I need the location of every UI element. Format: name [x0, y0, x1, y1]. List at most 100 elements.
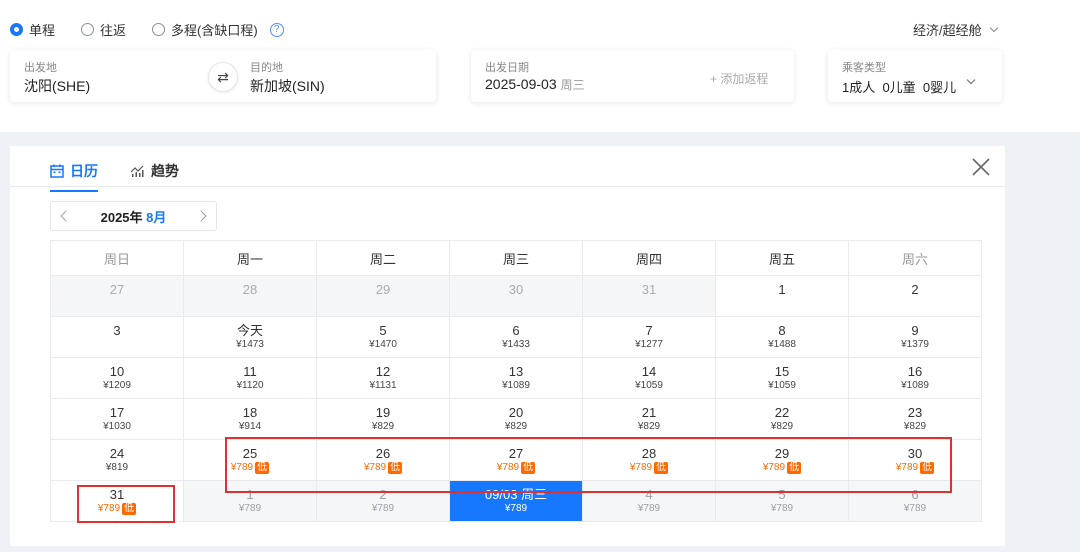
weekday-label: 周一 — [183, 240, 317, 276]
chevron-left-icon — [60, 210, 72, 222]
radio-one-way[interactable] — [10, 23, 23, 36]
calendar-day[interactable]: 5 ¥789 — [715, 480, 849, 522]
radio-round-trip[interactable] — [81, 23, 95, 36]
day-number: 19 — [375, 405, 391, 420]
day-price: ¥1488 — [716, 338, 848, 352]
day-price: ¥1059 — [716, 379, 848, 393]
price-value: ¥789 — [762, 462, 786, 473]
calendar-day[interactable]: 11 ¥1120 — [183, 357, 317, 399]
day-number: 13 — [508, 364, 524, 379]
day-number: 14 — [641, 364, 657, 379]
calendar-day[interactable]: 27 ¥789 低 — [449, 439, 583, 481]
calendar-day[interactable]: 25 ¥789 低 — [183, 439, 317, 481]
calendar-day[interactable]: 5 ¥1470 — [316, 316, 450, 358]
add-return-button[interactable]: + 添加返程 — [710, 70, 768, 87]
calendar-day[interactable]: 3 — [50, 316, 184, 358]
trip-type-round-trip[interactable]: 往返 — [81, 20, 126, 39]
calendar-day[interactable]: 6 ¥789 — [848, 480, 982, 522]
calendar-day[interactable]: 21 ¥829 — [582, 398, 716, 440]
calendar-day[interactable]: 19 ¥829 — [316, 398, 450, 440]
calendar-day[interactable]: 10 ¥1209 — [50, 357, 184, 399]
calendar-day[interactable]: 26 ¥789 低 — [316, 439, 450, 481]
calendar-day[interactable]: 6 ¥1433 — [449, 316, 583, 358]
calendar-day[interactable]: 28 ¥789 低 — [582, 439, 716, 481]
calendar-day[interactable]: 15 ¥1059 — [715, 357, 849, 399]
date-picker-panel: 日历 趋势 2025年 8月 周日 周一 周二 周三 周四 周五 周六 27 28 2 — [10, 146, 1005, 546]
calendar-day[interactable]: 20 ¥829 — [449, 398, 583, 440]
calendar-day[interactable]: 8 ¥1488 — [715, 316, 849, 358]
depart-weekday: 周三 — [560, 78, 585, 92]
day-number: 1 — [246, 487, 254, 502]
radio-multi-city[interactable] — [152, 23, 166, 36]
calendar-day[interactable]: 1 ¥789 — [183, 480, 317, 522]
weekday-label: 周日 — [50, 240, 184, 276]
calendar-day[interactable]: 30 ¥789 低 — [848, 439, 982, 481]
calendar-week-row: 3 今天 ¥1473 5 ¥1470 6 ¥1433 7 ¥1277 8 ¥1488 9 ¥1379 — [50, 316, 982, 358]
calendar-day[interactable]: 9 ¥1379 — [848, 316, 982, 358]
next-month-button[interactable] — [190, 202, 216, 230]
calendar-day[interactable]: 17 ¥1030 — [50, 398, 184, 440]
calendar-day: 29 — [316, 275, 450, 317]
calendar-day[interactable]: 16 ¥1089 — [848, 357, 982, 399]
calendar-day[interactable]: 18 ¥914 — [183, 398, 317, 440]
weekday-label: 周三 — [449, 240, 583, 276]
origin-label: 出发地 — [24, 62, 57, 74]
day-price: ¥1030 — [51, 420, 183, 434]
calendar-week-row: 24 ¥819 25 ¥789 低 26 ¥789 低 27 ¥789 低 28 ¥789 低 29 ¥789… — [50, 439, 982, 481]
calendar-day[interactable]: 12 ¥1131 — [316, 357, 450, 399]
calendar-day[interactable]: 23 ¥829 — [848, 398, 982, 440]
calendar-day[interactable]: 31 ¥789 低 — [50, 480, 184, 522]
calendar-day[interactable]: 24 ¥819 — [50, 439, 184, 481]
calendar-grid: 周日 周一 周二 周三 周四 周五 周六 27 28 29 30 31 1 2 3 今天 ¥1473 5 ¥147… — [50, 240, 982, 522]
help-icon[interactable]: ? — [269, 22, 284, 37]
day-price: ¥1473 — [184, 338, 316, 352]
calendar-day[interactable]: 22 ¥829 — [715, 398, 849, 440]
calendar-day[interactable]: 1 — [715, 275, 849, 317]
day-price: ¥789 低 — [849, 461, 981, 475]
day-price: ¥829 — [849, 420, 981, 434]
tab-trend[interactable]: 趋势 — [130, 156, 179, 186]
calendar-day[interactable]: 今天 ¥1473 — [183, 316, 317, 358]
price-value: ¥789 — [363, 462, 387, 473]
day-price: ¥829 — [450, 420, 582, 434]
origin-field[interactable]: 沈阳(SHE) — [24, 76, 90, 96]
day-number: 7 — [645, 323, 653, 338]
day-price: ¥1470 — [317, 338, 449, 352]
calendar-day[interactable]: 29 ¥789 低 — [715, 439, 849, 481]
passenger-card[interactable]: 乘客类型 1成人 0儿童 0婴儿 — [828, 50, 1002, 102]
low-price-badge: 低 — [920, 462, 935, 474]
calendar-day[interactable]: 2 ¥789 — [316, 480, 450, 522]
passenger-type-label: 乘客类型 — [842, 62, 886, 74]
calendar-day-selected[interactable]: 09/03 周三 ¥789 — [449, 480, 583, 522]
destination-field[interactable]: 新加坡(SIN) — [250, 76, 325, 96]
price-value: ¥819 — [105, 462, 129, 473]
day-number: 30 — [508, 282, 524, 297]
trip-type-one-way[interactable]: 单程 — [10, 20, 55, 39]
swap-route-icon[interactable]: ⇄ — [208, 62, 238, 92]
day-number: 24 — [109, 446, 125, 461]
tab-calendar[interactable]: 日历 — [50, 156, 98, 192]
calendar-week-row: 27 28 29 30 31 1 2 — [50, 275, 982, 317]
calendar-day[interactable]: 2 — [848, 275, 982, 317]
prev-month-button[interactable] — [51, 202, 77, 230]
calendar-day[interactable]: 14 ¥1059 — [582, 357, 716, 399]
cabin-class-select[interactable]: 经济/超经舱 — [913, 20, 998, 39]
trip-type-one-way-label: 单程 — [29, 23, 56, 38]
day-number: 27 — [508, 446, 524, 461]
close-icon[interactable] — [970, 156, 992, 178]
day-number: 18 — [242, 405, 258, 420]
day-price: ¥914 — [184, 420, 316, 434]
calendar-day[interactable]: 4 ¥789 — [582, 480, 716, 522]
tab-divider — [10, 186, 1005, 187]
calendar-day[interactable]: 7 ¥1277 — [582, 316, 716, 358]
day-number: 9 — [911, 323, 919, 338]
day-price: ¥789 低 — [51, 502, 183, 516]
trip-type-multi-city[interactable]: 多程(含缺口程) — [152, 20, 258, 39]
current-month-number: 8月 — [146, 209, 167, 225]
price-value: ¥789 — [770, 503, 794, 514]
price-value: ¥1030 — [103, 421, 131, 432]
calendar-day[interactable]: 13 ¥1089 — [449, 357, 583, 399]
price-value: ¥1089 — [502, 380, 530, 391]
price-value: ¥789 — [371, 503, 395, 514]
depart-date-field[interactable]: 2025-09-03 周三 — [485, 76, 585, 93]
